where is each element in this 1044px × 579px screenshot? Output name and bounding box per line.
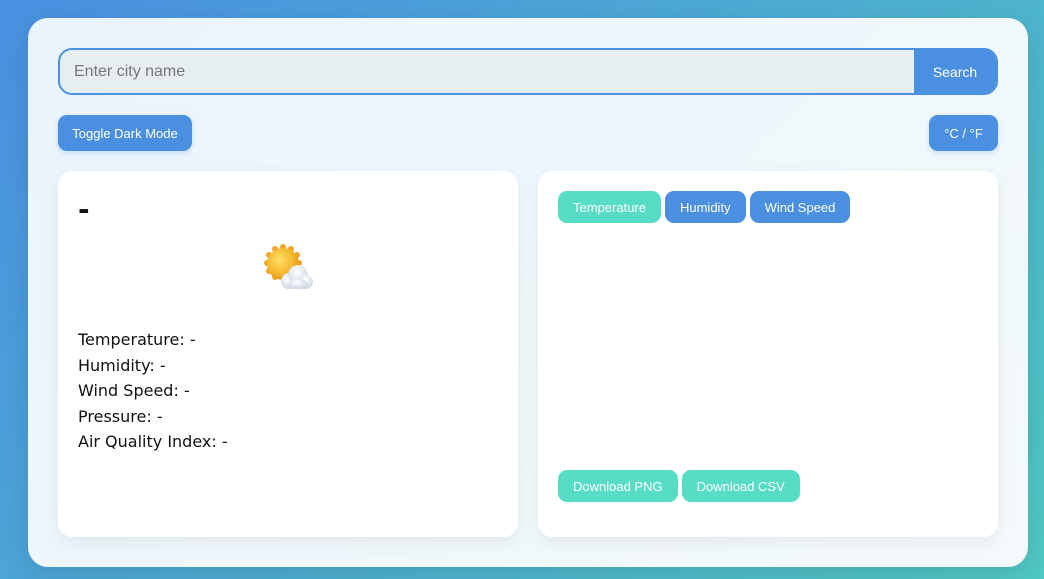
stat-value: - [183,381,190,400]
weather-stats: Temperature: - Humidity: - Wind Speed: -… [78,327,228,455]
stat-value: - [159,355,166,375]
tab-humidity[interactable]: Humidity [664,191,746,223]
search-input[interactable] [60,50,914,93]
stat-value: - [189,330,196,349]
current-weather-card: - Temperature: - Humidity: - Wind Speed:… [58,171,518,537]
stat-label: Air Quality Index: [78,432,217,451]
air-quality-stat: Air Quality Index: - [78,429,228,455]
chart-tabs: Temperature Humidity Wind Speed [558,191,851,223]
tab-wind-speed[interactable]: Wind Speed [749,191,851,223]
stat-value: - [221,432,228,451]
wind-speed-stat: Wind Speed: - [78,378,228,404]
toggle-dark-mode-button[interactable]: Toggle Dark Mode [58,115,192,151]
download-png-button[interactable]: Download PNG [558,470,678,502]
chart-canvas[interactable] [558,241,978,461]
pressure-stat: Pressure: - [78,404,228,430]
stat-label: Pressure: [78,406,152,426]
app-container: Search Toggle Dark Mode °C / °F - [28,18,1028,567]
download-csv-button[interactable]: Download CSV [681,470,800,502]
search-button[interactable]: Search [914,50,996,93]
humidity-stat: Humidity: - [78,353,228,379]
stat-value: - [156,406,163,426]
temperature-stat: Temperature: - [78,327,228,353]
sun-behind-cloud-icon [262,243,314,293]
chart-card: Temperature Humidity Wind Speed Download… [538,171,998,537]
stat-label: Temperature: [78,330,185,349]
stat-label: Humidity: [78,355,155,375]
search-bar: Search [58,48,998,95]
stat-label: Wind Speed: [78,381,179,400]
city-name: - [78,193,90,226]
download-buttons: Download PNG Download CSV [558,470,800,502]
unit-toggle-button[interactable]: °C / °F [929,115,998,151]
tab-temperature[interactable]: Temperature [558,191,661,223]
